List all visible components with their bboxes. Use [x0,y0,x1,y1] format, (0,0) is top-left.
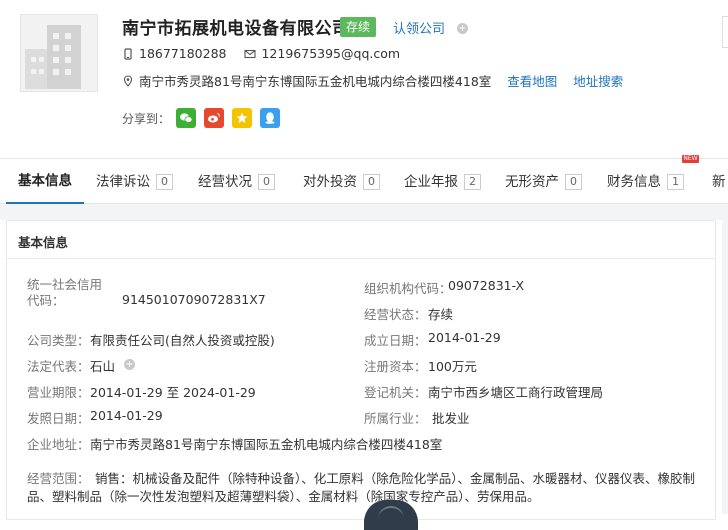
org-code-label: 组织机构代码： [364,281,452,296]
op-status-label: 经营状态： [364,307,427,322]
wechat-share-button[interactable] [176,108,197,128]
term-label: 营业期限： [27,385,90,400]
tab-new[interactable]: 新 [712,160,726,204]
credit-code-label: 统一社会信用代码： [27,277,103,308]
tab-annual-report[interactable]: 企业年报 2 [404,160,481,204]
email-icon [244,49,257,58]
address-row: 南宁市秀灵路81号南宁东博国际五金机电城内综合楼四楼418室 查看地图 地址搜索 [122,71,623,90]
address-search-link[interactable]: 地址搜索 [573,71,623,90]
widget-ring-icon [378,506,404,528]
reg-authority-value: 南宁市西乡塘区工商行政管理局 [428,385,604,400]
divider [6,258,716,259]
location-pin-icon [123,74,133,87]
tab-count: 0 [363,174,380,190]
claim-company-link[interactable]: 认领公司 [393,18,445,37]
qq-penguin-icon [265,112,275,124]
view-map-link[interactable]: 查看地图 [507,71,557,90]
tab-legal-litigation[interactable]: 法律诉讼 0 [96,160,173,204]
section-gap [0,204,728,220]
reg-authority-label: 登记机关： [364,385,427,400]
company-address: 南宁市秀灵路81号南宁东博国际五金机电城内综合楼四楼418室 [139,74,492,89]
scrollbar[interactable] [722,204,728,514]
section-title: 基本信息 [18,235,69,250]
tab-label: 对外投资 [303,174,357,190]
address-label: 企业地址： [27,437,90,452]
contact-row: 18677180288 1219675395@qq.com [122,46,400,61]
phone-number: 18677180288 [139,46,227,61]
share-row: 分享到： [122,108,281,128]
reg-capital-value: 100万元 [428,359,477,374]
weibo-share-button[interactable] [204,108,225,128]
legal-rep-label: 法定代表： [27,359,90,374]
tab-label: 基本信息 [18,173,72,189]
new-badge: NEW [682,155,699,163]
tab-count: 0 [258,174,275,190]
weibo-icon [208,113,221,123]
founded-value: 2014-01-29 [428,330,501,345]
star-icon [236,112,248,123]
tab-label: 企业年报 [404,174,458,190]
tab-count: 1 [667,174,684,190]
tab-label: 财务信息 [607,174,661,190]
company-type-value: 有限责任公司(自然人投资或控股) [90,333,275,348]
qzone-share-button[interactable] [232,108,253,128]
op-status-value: 存续 [428,307,454,322]
reg-capital-label: 注册资本： [364,359,427,374]
side-panel-edge[interactable] [722,16,728,48]
tab-label: 无形资产 [505,174,559,190]
tab-basic-info[interactable]: 基本信息 [6,160,84,204]
industry-label: 所属行业： [364,411,427,426]
tab-investments[interactable]: 对外投资 0 [303,160,380,204]
status-badge: 存续 [340,17,377,37]
tab-label: 新 [712,174,726,190]
plus-icon[interactable]: + [457,23,468,34]
credit-code-value: 9145010709072831X7 [122,292,266,307]
founded-label: 成立日期： [364,333,427,348]
tab-count: 0 [156,174,173,190]
scope-label: 经营范围： [27,471,90,486]
tab-intangible-assets[interactable]: 无形资产 0 [505,160,582,204]
tab-operations[interactable]: 经营状况 0 [198,160,275,204]
issue-date-label: 发照日期： [27,411,90,426]
building-icon [25,25,81,89]
tab-label: 经营状况 [198,174,252,190]
scope-line-1: 销售：机械设备及配件（除特种设备）、化工原料（除危险化学品）、金属制品、水暖器材… [95,471,696,486]
scope-line-2: 品、塑料制品（除一次性发泡塑料及超薄塑料袋）、金属材料（除国家专控产品）、劳保用… [27,489,540,504]
company-name: 南宁市拓展机电设备有限公司 [122,19,350,39]
plus-icon[interactable]: + [124,359,135,370]
tab-label: 法律诉讼 [96,174,150,190]
email-address: 1219675395@qq.com [261,46,401,61]
legal-rep-link[interactable]: 石山 [90,356,115,375]
industry-value: 批发业 [432,411,470,426]
company-logo [20,14,98,92]
wechat-icon [180,113,193,123]
address-value: 南宁市秀灵路81号南宁东博国际五金机电城内综合楼四楼418室 [90,437,443,452]
tab-financial-info[interactable]: 财务信息 1 [607,160,684,204]
phone-icon [124,47,132,60]
org-code-value: 09072831-X [448,278,525,293]
company-type-label: 公司类型： [27,333,90,348]
issue-date-value: 2014-01-29 [90,408,163,423]
term-value: 2014-01-29 至 2024-01-29 [90,385,256,400]
tab-count: 0 [565,174,582,190]
share-label: 分享到： [122,111,171,126]
tab-count: 2 [464,174,481,190]
qq-share-button[interactable] [260,108,281,128]
